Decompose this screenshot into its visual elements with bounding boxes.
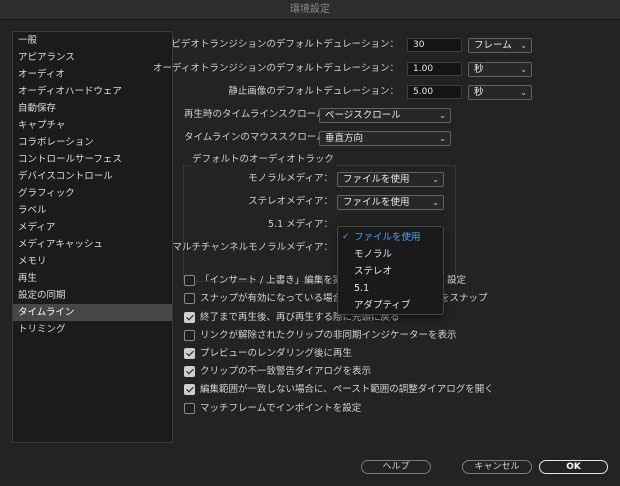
- insert-overwrite-label: 「インサート / 上書き」編集を実行: [200, 275, 352, 286]
- play-after-render-checkbox-row[interactable]: プレビューのレンダリング後に再生: [184, 347, 484, 361]
- audio-transition-duration-input[interactable]: 1.00: [407, 62, 462, 76]
- still-image-unit-value: 秒: [474, 87, 484, 98]
- out-of-sync-indicator-checkbox[interactable]: [184, 330, 195, 341]
- match-frame-in-point-label: マッチフレームでインポイントを設定: [200, 403, 362, 414]
- still-image-duration-input[interactable]: 5.00: [407, 85, 462, 99]
- video-transition-duration-label: ビデオトランジションのデフォルトデュレーション：: [171, 39, 399, 50]
- return-to-start-checkbox[interactable]: [184, 312, 195, 323]
- sidebar-item-labels[interactable]: ラベル: [13, 202, 172, 219]
- paste-range-dialog-checkbox-row[interactable]: 編集範囲が一致しない場合に、ペースト範囲の調整ダイアログを開く: [184, 383, 494, 397]
- cancel-button[interactable]: キャンセル: [462, 460, 532, 474]
- dropdown-option-stereo[interactable]: ステレオ: [338, 263, 443, 280]
- sidebar-item-graphics[interactable]: グラフィック: [13, 185, 172, 202]
- dropdown-option-5-1[interactable]: 5.1: [338, 280, 443, 297]
- chevron-down-icon: ⌄: [439, 134, 446, 143]
- five-one-media-label: 5.1 メディア：: [268, 219, 333, 230]
- sidebar-item-media[interactable]: メディア: [13, 219, 172, 236]
- out-of-sync-indicator-label: リンクが解除されたクリップの非同期インジケーターを表示: [200, 330, 457, 341]
- category-list[interactable]: 一般 アピアランス オーディオ オーディオハードウェア 自動保存 キャプチャ コ…: [12, 31, 173, 443]
- chevron-down-icon: ⌄: [520, 88, 527, 97]
- match-frame-in-point-checkbox-row[interactable]: マッチフレームでインポイントを設定: [184, 402, 484, 416]
- clip-mismatch-warning-checkbox[interactable]: [184, 366, 195, 377]
- audio-transition-unit-value: 秒: [474, 64, 484, 75]
- still-image-unit-select[interactable]: 秒 ⌄: [468, 85, 532, 100]
- snap-label-end: をスナップ: [440, 293, 488, 304]
- still-image-duration-label: 静止画像のデフォルトデュレーション：: [228, 86, 399, 97]
- play-after-render-label: プレビューのレンダリング後に再生: [200, 348, 353, 359]
- out-of-sync-indicator-checkbox-row[interactable]: リンクが解除されたクリップの非同期インジケーターを表示: [184, 329, 484, 343]
- chevron-down-icon: ⌄: [439, 111, 446, 120]
- window-title: 環境設定: [0, 0, 620, 20]
- play-after-render-checkbox[interactable]: [184, 348, 195, 359]
- mouse-scroll-value: 垂直方向: [325, 133, 364, 144]
- stereo-media-label: ステレオメディア：: [248, 196, 333, 207]
- mono-media-value: ファイルを使用: [343, 174, 410, 185]
- sidebar-item-appearance[interactable]: アピアランス: [13, 49, 172, 66]
- mono-media-label: モノラルメディア：: [248, 173, 333, 184]
- chevron-down-icon: ⌄: [520, 41, 527, 50]
- video-transition-duration-input[interactable]: 30: [407, 38, 462, 52]
- sidebar-item-playback[interactable]: 再生: [13, 270, 172, 287]
- sidebar-item-timeline[interactable]: タイムライン: [13, 304, 172, 321]
- match-frame-in-point-checkbox[interactable]: [184, 403, 195, 414]
- sidebar-item-audio[interactable]: オーディオ: [13, 66, 172, 83]
- sidebar-item-control-surface[interactable]: コントロールサーフェス: [13, 151, 172, 168]
- dropdown-option-label: ファイルを使用: [354, 232, 421, 243]
- paste-range-dialog-label: 編集範囲が一致しない場合に、ペースト範囲の調整ダイアログを開く: [200, 384, 494, 395]
- chevron-down-icon: ⌄: [432, 198, 439, 207]
- sidebar-item-trim[interactable]: トリミング: [13, 321, 172, 338]
- chevron-down-icon: ⌄: [432, 175, 439, 184]
- sidebar-item-memory[interactable]: メモリ: [13, 253, 172, 270]
- sidebar-item-general[interactable]: 一般: [13, 32, 172, 49]
- playback-scroll-select[interactable]: ページスクロール ⌄: [319, 108, 451, 123]
- checkmark-icon: ✓: [342, 232, 350, 242]
- sidebar-item-capture[interactable]: キャプチャ: [13, 117, 172, 134]
- sidebar-item-sync-settings[interactable]: 設定の同期: [13, 287, 172, 304]
- multichannel-mono-media-label: マルチチャンネルモノラルメディア：: [172, 242, 333, 253]
- playback-scroll-label: 再生時のタイムラインスクロール：: [184, 109, 336, 120]
- dropdown-option-mono[interactable]: モノラル: [338, 246, 443, 263]
- mouse-scroll-select[interactable]: 垂直方向 ⌄: [319, 131, 451, 146]
- ok-button[interactable]: OK: [539, 460, 608, 474]
- preferences-dialog: 一般 アピアランス オーディオ オーディオハードウェア 自動保存 キャプチャ コ…: [0, 20, 620, 486]
- dropdown-option-adaptive[interactable]: アダプティブ: [338, 297, 443, 314]
- mouse-scroll-label: タイムラインのマウススクロール：: [184, 132, 336, 143]
- audio-transition-duration-label: オーディオトランジションのデフォルトデュレーション：: [153, 63, 399, 74]
- sidebar-item-device-control[interactable]: デバイスコントロール: [13, 168, 172, 185]
- dropdown-option-use-file[interactable]: ✓ ファイルを使用: [338, 229, 443, 246]
- mono-media-select[interactable]: ファイルを使用 ⌄: [337, 172, 444, 187]
- insert-overwrite-label-end: 設定: [447, 275, 467, 286]
- chevron-down-icon: ⌄: [520, 65, 527, 74]
- insert-overwrite-checkbox[interactable]: [184, 275, 195, 286]
- video-transition-unit-value: フレーム: [474, 40, 512, 51]
- playback-scroll-value: ページスクロール: [325, 110, 401, 121]
- paste-range-dialog-checkbox[interactable]: [184, 384, 195, 395]
- sidebar-item-collaboration[interactable]: コラボレーション: [13, 134, 172, 151]
- video-transition-unit-select[interactable]: フレーム ⌄: [468, 38, 532, 53]
- clip-mismatch-warning-label: クリップの不一致警告ダイアログを表示: [200, 366, 372, 377]
- help-button[interactable]: ヘルプ: [361, 460, 431, 474]
- sidebar-item-auto-save[interactable]: 自動保存: [13, 100, 172, 117]
- clip-mismatch-warning-checkbox-row[interactable]: クリップの不一致警告ダイアログを表示: [184, 365, 484, 379]
- default-audio-tracks-title: デフォルトのオーディオトラック: [190, 153, 336, 167]
- sidebar-item-media-cache[interactable]: メディアキャッシュ: [13, 236, 172, 253]
- stereo-media-dropdown-menu[interactable]: ✓ ファイルを使用 モノラル ステレオ 5.1 アダプティブ: [337, 226, 444, 315]
- stereo-media-value: ファイルを使用: [343, 197, 410, 208]
- stereo-media-select[interactable]: ファイルを使用 ⌄: [337, 195, 444, 210]
- audio-transition-unit-select[interactable]: 秒 ⌄: [468, 62, 532, 77]
- sidebar-item-audio-hardware[interactable]: オーディオハードウェア: [13, 83, 172, 100]
- snap-checkbox[interactable]: [184, 293, 195, 304]
